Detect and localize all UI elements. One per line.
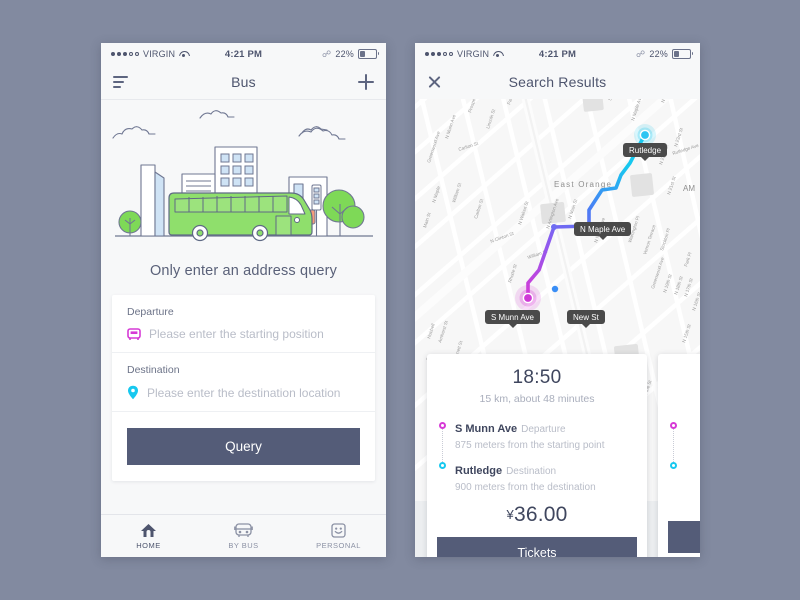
navbar-left: Bus: [101, 65, 386, 100]
tab-personal-label: PERSONAL: [316, 540, 361, 550]
departure-time: 18:50: [512, 367, 562, 388]
tab-by-bus[interactable]: BY BUS: [196, 522, 291, 550]
status-bar-right-group: ☍ 22%: [322, 48, 379, 60]
currency-symbol: ¥: [506, 507, 514, 522]
tickets-button[interactable]: Tickets: [437, 537, 637, 557]
tab-personal[interactable]: PERSONAL: [291, 522, 386, 550]
map-pin-icon: [127, 385, 139, 400]
map-label-new-st[interactable]: New St: [567, 310, 605, 328]
status-bar-left: VIRGIN 4:21 PM ☍ 22%: [101, 43, 386, 65]
status-bar-right-group-2: ☍ 22%: [636, 48, 693, 60]
next-stop-connector-line: [673, 426, 675, 462]
departure-stop-distance: 875 meters from the starting point: [455, 440, 605, 451]
next-tickets-button[interactable]: [668, 521, 700, 553]
route-result-card[interactable]: 18:50 15 km, about 48 minutes S Munn Ave…: [427, 354, 647, 557]
destination-label: Destination: [127, 364, 180, 376]
bus-icon: [234, 522, 253, 537]
next-card-stops: [658, 419, 700, 477]
tab-home-label: HOME: [136, 540, 161, 550]
battery-percent: 22%: [335, 49, 354, 59]
destination-input[interactable]: Please enter the destination location: [147, 386, 340, 400]
route-stops: S Munn Ave Departure 875 meters from the …: [427, 419, 647, 493]
departure-stop-name: S Munn Ave: [455, 423, 518, 435]
departure-field-group: Departure Please enter the starting posi…: [112, 295, 375, 353]
stop-row-departure: S Munn Ave Departure 875 meters from the …: [441, 419, 647, 451]
departure-label: Departure: [127, 306, 174, 318]
bus-stop-icon: [127, 327, 141, 341]
status-bar-right: VIRGIN 4:21 PM ☍ 22%: [415, 43, 700, 65]
next-departure-dot-icon: [670, 422, 677, 429]
navbar-right: Search Results: [415, 65, 700, 99]
screenshot-root: VIRGIN 4:21 PM ☍ 22% Bus Only enter an a…: [0, 0, 800, 600]
hero-instruction-text: Only enter an address query: [101, 250, 386, 295]
departure-input-row[interactable]: Please enter the starting position: [127, 327, 360, 344]
plus-icon: [358, 74, 374, 90]
price-amount: 36.00: [513, 503, 568, 526]
map-label-rutledge[interactable]: Rutledge: [623, 143, 668, 161]
bluetooth-icon: ☍: [636, 48, 646, 59]
destination-dot-icon: [439, 462, 446, 469]
results-page-title: Search Results: [508, 74, 607, 90]
bottom-tab-bar: HOME BY BUS PERSONAL: [101, 514, 386, 557]
home-icon: [141, 523, 156, 537]
stop-connector-line: [442, 426, 444, 462]
map-city-label: East Orange: [554, 180, 612, 189]
destination-input-row[interactable]: Please enter the destination location: [127, 385, 360, 403]
page-title: Bus: [231, 74, 256, 90]
destination-stop-kind: Destination: [506, 466, 557, 477]
address-query-form: Departure Please enter the starting posi…: [112, 295, 375, 481]
route-result-card-next[interactable]: [658, 354, 700, 557]
battery-icon: [358, 49, 379, 59]
tab-home[interactable]: HOME: [101, 523, 196, 550]
departure-dot-icon: [439, 422, 446, 429]
route-summary: 15 km, about 48 minutes: [479, 393, 595, 405]
smiley-face-icon: [331, 522, 346, 538]
tab-by-bus-label: BY BUS: [228, 540, 259, 550]
map-label-s-munn-ave[interactable]: S Munn Ave: [485, 310, 540, 328]
city-bus-illustration: [101, 100, 386, 250]
add-button[interactable]: [358, 74, 374, 90]
destination-field-group: Destination Please enter the destination…: [112, 353, 375, 412]
departure-input[interactable]: Please enter the starting position: [149, 327, 324, 341]
next-destination-dot-icon: [670, 462, 677, 469]
destination-stop-name: Rutledge: [455, 465, 503, 477]
map-view[interactable]: Greenwood Ave N Munn Ave Prospect St Lin…: [415, 99, 700, 557]
map-label-n-maple-ave[interactable]: N Maple Ave: [574, 222, 632, 240]
bluetooth-icon: ☍: [322, 48, 332, 59]
query-button[interactable]: Query: [127, 428, 360, 465]
stop-row-destination: Rutledge Destination 900 meters from the …: [441, 461, 647, 493]
destination-stop-distance: 900 meters from the destination: [455, 482, 596, 493]
departure-stop-kind: Departure: [521, 424, 566, 435]
fare-price: ¥36.00: [427, 503, 647, 527]
battery-percent: 22%: [649, 49, 668, 59]
phone-right-search-results: VIRGIN 4:21 PM ☍ 22% Search Results Gree…: [415, 43, 700, 557]
phone-left-bus-search: VIRGIN 4:21 PM ☍ 22% Bus Only enter an a…: [101, 43, 386, 557]
svg-text:AM: AM: [683, 184, 695, 193]
battery-icon: [672, 49, 693, 59]
